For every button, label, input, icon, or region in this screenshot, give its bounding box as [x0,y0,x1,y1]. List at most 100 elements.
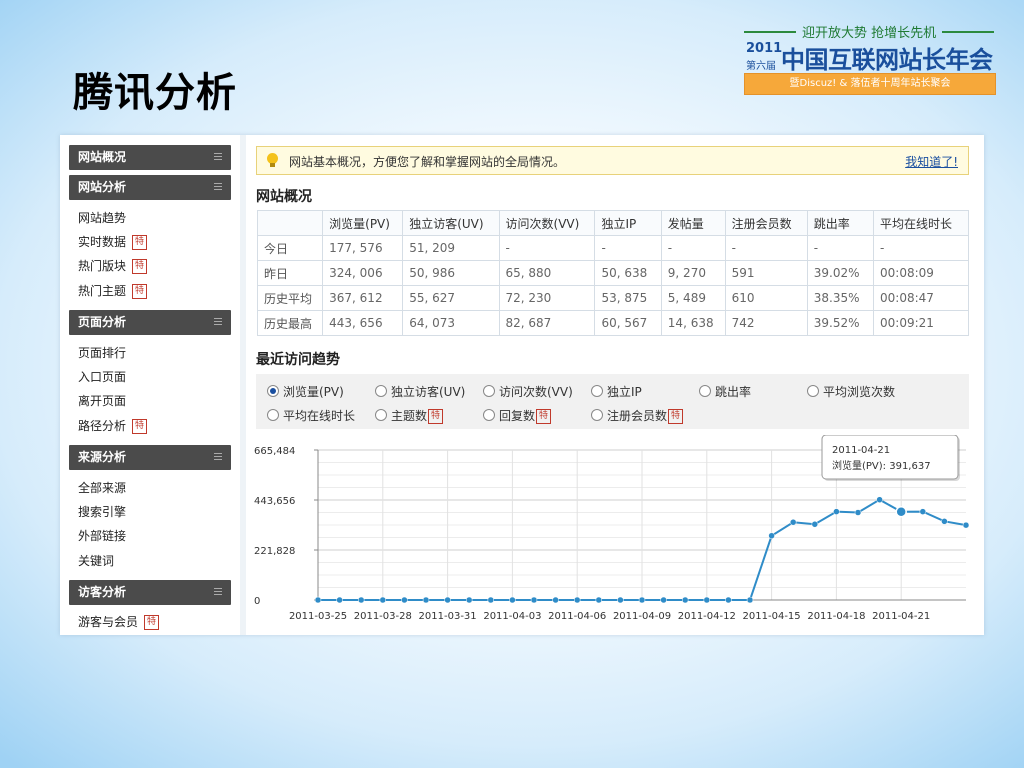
data-point [617,596,624,604]
radio-icon[interactable] [483,385,495,397]
metric-option-9[interactable]: 注册会员数特 [591,407,684,424]
logo-subtitle: 暨Discuz! & 落伍者十周年站长聚会 [744,73,996,95]
sidebar-item-hot-boards[interactable]: 热门版块特 [78,257,148,274]
sidebar-item-site-trend[interactable]: 网站趋势 [78,209,126,226]
radio-icon[interactable] [807,385,819,397]
metric-option-4[interactable]: 跳出率 [699,383,751,400]
data-point [681,596,689,604]
radio-icon[interactable] [375,385,387,397]
tooltip-date: 2011-04-21 [832,445,890,456]
radio-icon[interactable] [699,385,711,397]
table-cell: 51, 209 [402,235,500,261]
tooltip-box [821,434,959,480]
sidebar-item-all-sources[interactable]: 全部来源 [78,479,126,496]
metric-option-5[interactable]: 平均浏览次数 [807,383,895,400]
special-badge: 特 [132,259,148,274]
sidebar-item-hot-topics[interactable]: 热门主题特 [78,282,148,299]
special-badge: 特 [668,409,684,424]
radio-icon[interactable] [591,409,603,421]
overview-title: 网站概况 [256,189,312,205]
metric-option-0[interactable]: 浏览量(PV) [267,383,344,400]
column-header: 发帖量 [660,210,726,236]
column-header: 访问次数(VV) [498,210,596,236]
metric-option-label: 浏览量(PV) [283,385,344,399]
logo-tagline-text: 迎开放大势 抢增长先机 [802,26,937,41]
table-cell: 367, 612 [322,285,404,311]
data-point [552,596,559,604]
row-label: 历史平均 [256,285,324,311]
sidebar-item-label: 网站趋势 [78,211,127,225]
table-cell: 39.52% [806,310,875,336]
dismiss-notice-link[interactable]: 我知道了! [905,153,958,170]
sidebar-section-title: 来源分析 [78,450,127,464]
sidebar-section-visitor-analysis[interactable]: 访客分析 [69,580,231,605]
logo-edition: 第六届 [746,61,776,72]
table-cell: 324, 006 [322,260,404,286]
grip-icon [214,588,222,597]
table-cell: - [660,235,726,261]
data-point [487,596,495,604]
sidebar-section-page-analysis[interactable]: 页面分析 [69,310,231,335]
data-point [811,521,819,528]
radio-icon[interactable] [267,409,279,421]
sidebar-item-page-rank[interactable]: 页面排行 [78,344,126,361]
grip-icon [214,153,222,162]
table-cell: 82, 687 [498,310,596,336]
column-header: 浏览量(PV) [322,210,404,236]
metric-option-label: 回复数 [499,409,536,423]
data-point [422,596,430,604]
metric-option-8[interactable]: 回复数特 [483,407,552,424]
metric-option-label: 访问次数(VV) [499,385,573,399]
sidebar-section-title: 访客分析 [78,585,127,599]
sidebar-item-guests-members[interactable]: 游客与会员特 [78,613,160,630]
grip-icon [214,453,222,462]
y-tick-label: 665,484 [254,446,295,457]
sidebar-item-label: 离开页面 [78,394,127,408]
sidebar-item-exit-pages[interactable]: 离开页面 [78,392,126,409]
radio-icon[interactable] [483,409,495,421]
analytics-panel: 网站概况 网站分析 网站趋势 实时数据特 热门版块特 热门主题特 页面分析 页面… [60,135,984,635]
table-cell: 5, 489 [660,285,726,311]
sidebar-item-label: 游客与会员 [78,615,139,629]
main-content: 网站基本概况，方便您了解和掌握网站的全局情况。 我知道了! 网站概况 浏览量(P… [248,135,978,635]
sidebar-item-label: 外部链接 [78,529,127,543]
sidebar-item-path-analysis[interactable]: 路径分析特 [78,417,148,434]
metric-option-1[interactable]: 独立访客(UV) [375,383,465,400]
data-point [833,508,840,515]
data-point [895,505,907,518]
sidebar-item-external-links[interactable]: 外部链接 [78,527,126,544]
row-label: 今日 [256,235,324,261]
radio-icon[interactable] [591,385,603,397]
metric-option-2[interactable]: 访问次数(VV) [483,383,573,400]
table-cell: - [724,235,808,261]
table-cell: 53, 875 [594,285,662,311]
data-point [725,596,732,604]
metric-option-7[interactable]: 主题数特 [375,407,444,424]
radio-icon[interactable] [375,409,387,421]
x-tick-label: 2011-04-03 [483,611,541,622]
sidebar-section-site-analysis[interactable]: 网站分析 [69,175,231,200]
data-point [357,596,365,604]
sidebar-item-label: 页面排行 [78,346,127,360]
sidebar-item-realtime[interactable]: 实时数据特 [78,233,148,250]
sidebar-item-label: 热门版块 [78,259,127,273]
metric-option-3[interactable]: 独立IP [591,383,642,400]
sidebar-item-entry-pages[interactable]: 入口页面 [78,368,126,385]
table-cell: 00:09:21 [873,310,969,336]
sidebar-item-keywords[interactable]: 关键词 [78,552,114,569]
sidebar-section-source-analysis[interactable]: 来源分析 [69,445,231,470]
data-point [444,596,451,604]
table-cell: 177, 576 [322,235,404,261]
trend-title: 最近访问趋势 [256,352,340,368]
sidebar-section-overview[interactable]: 网站概况 [69,145,231,170]
table-cell: 38.35% [806,285,875,311]
metric-option-6[interactable]: 平均在线时长 [267,407,355,424]
sidebar-item-search-engines[interactable]: 搜索引擎 [78,503,126,520]
table-cell: 65, 880 [498,260,596,286]
sidebar-item-label: 路径分析 [78,419,127,433]
metric-option-label: 平均在线时长 [283,409,356,423]
data-point [314,596,322,604]
radio-icon[interactable] [267,385,279,397]
table-cell: 50, 986 [402,260,500,286]
conference-logo: 迎开放大势 抢增长先机 2011 第六届 中国互联网站长年会 暨Discuz! … [744,20,996,96]
